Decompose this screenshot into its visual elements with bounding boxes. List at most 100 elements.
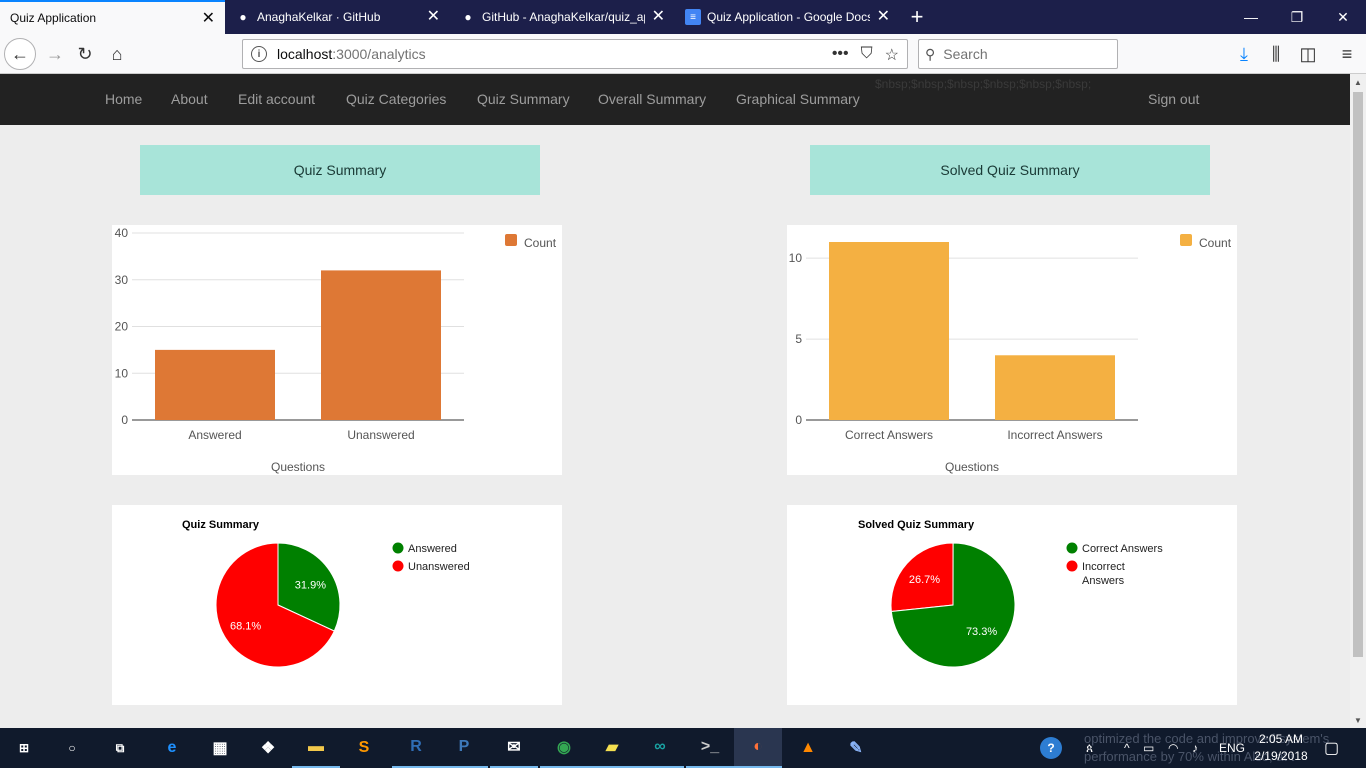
nav-quiz-categories[interactable]: Quiz Categories bbox=[346, 91, 446, 107]
y-tick-label: 10 bbox=[789, 251, 803, 265]
close-tab-icon[interactable]: ✕ bbox=[427, 9, 440, 25]
legend-label: Count bbox=[1199, 236, 1232, 250]
arduino-icon[interactable]: ∞ bbox=[636, 728, 684, 768]
volume-icon[interactable]: ♪ bbox=[1192, 728, 1198, 768]
vlc-icon: ▲ bbox=[800, 739, 816, 756]
page-content: Home About Edit account Quiz Categories … bbox=[0, 74, 1350, 728]
python-icon[interactable]: P bbox=[440, 728, 488, 768]
battery-icon[interactable]: ▭ bbox=[1143, 728, 1154, 768]
library-icon[interactable]: ⫼ bbox=[1261, 39, 1291, 69]
search-input[interactable]: ⚲ Search bbox=[918, 39, 1118, 69]
scroll-up-arrow-icon[interactable]: ▲ bbox=[1350, 74, 1366, 90]
forward-button[interactable]: → bbox=[40, 39, 70, 69]
app-navbar: Home About Edit account Quiz Categories … bbox=[0, 74, 1350, 125]
arduino-icon: ∞ bbox=[654, 738, 666, 755]
site-info-icon[interactable]: i bbox=[251, 46, 267, 62]
start-button[interactable]: ⊞ bbox=[0, 728, 48, 768]
browser-tab-github-profile[interactable]: ● AnaghaKelkar · GitHub ✕ bbox=[225, 0, 450, 34]
scroll-down-arrow-icon[interactable]: ▼ bbox=[1350, 712, 1366, 728]
wifi-icon[interactable]: ◠ bbox=[1168, 728, 1178, 768]
store-icon[interactable]: ▦ bbox=[196, 728, 244, 768]
bar-chart-solved-quiz-summary: 0 5 10 Correct Answers Incorrect Answers Ques… bbox=[787, 225, 1237, 475]
close-tab-icon[interactable]: ✕ bbox=[202, 11, 215, 27]
bar-correct-answers bbox=[829, 242, 949, 420]
file-explorer-icon[interactable]: ▬ bbox=[292, 728, 340, 768]
task-view-button[interactable]: ⧉ bbox=[96, 728, 144, 768]
taskbar-clock[interactable]: 2:05 AM 2/19/2018 bbox=[1248, 731, 1314, 765]
nav-overall-summary[interactable]: Overall Summary bbox=[598, 91, 706, 107]
url-bar[interactable]: i localhost:3000/analytics ••• ⛉ ☆ bbox=[242, 39, 908, 69]
close-tab-icon[interactable]: ✕ bbox=[652, 9, 665, 25]
chrome-icon[interactable]: ◉ bbox=[540, 728, 588, 768]
restore-button[interactable]: ❐ bbox=[1274, 0, 1320, 34]
browser-toolbar: ← → ↻ ⌂ i localhost:3000/analytics ••• ⛉… bbox=[0, 34, 1366, 74]
cmd-icon[interactable]: >_ bbox=[686, 728, 734, 768]
browser-tab-github-repo[interactable]: ● GitHub - AnaghaKelkar/quiz_ap ✕ bbox=[450, 0, 675, 34]
new-tab-button[interactable]: + bbox=[900, 0, 934, 34]
pie-chart-solved-quiz-summary: Solved Quiz Summary 26.7% 73.3% Correct Ans… bbox=[787, 505, 1237, 705]
mail-icon: ✉ bbox=[507, 739, 521, 756]
sticky-notes-icon[interactable]: ▰ bbox=[588, 728, 636, 768]
scrollbar-thumb[interactable] bbox=[1353, 92, 1363, 657]
back-button[interactable]: ← bbox=[4, 38, 36, 70]
edge-icon[interactable]: e bbox=[148, 728, 196, 768]
tab-title: Quiz Application bbox=[10, 11, 97, 25]
y-tick-label: 20 bbox=[115, 320, 129, 334]
paint-icon: ✎ bbox=[849, 740, 863, 757]
r-studio-icon[interactable]: R bbox=[392, 728, 440, 768]
firefox-icon: ◐ bbox=[753, 738, 763, 755]
reload-button[interactable]: ↻ bbox=[70, 39, 100, 69]
chrome-icon: ◉ bbox=[557, 739, 571, 756]
nav-quiz-summary[interactable]: Quiz Summary bbox=[477, 91, 570, 107]
page-actions-icon[interactable]: ••• bbox=[832, 45, 849, 65]
close-window-button[interactable]: ✕ bbox=[1320, 0, 1366, 34]
sidebar-icon[interactable]: ◫ bbox=[1293, 39, 1323, 69]
sublime-text-icon[interactable]: S bbox=[340, 728, 388, 768]
tab-title: Quiz Application - Google Docs bbox=[707, 10, 870, 24]
x-tick-label: Incorrect Answers bbox=[1007, 428, 1102, 442]
nav-graphical-summary[interactable]: Graphical Summary bbox=[736, 91, 860, 107]
nav-edit-account[interactable]: Edit account bbox=[238, 91, 315, 107]
github-icon: ● bbox=[464, 10, 472, 24]
r-studio-icon: R bbox=[410, 738, 422, 755]
y-tick-label: 0 bbox=[795, 413, 802, 427]
home-button[interactable]: ⌂ bbox=[102, 39, 132, 69]
edge-icon: e bbox=[167, 739, 177, 756]
legend-label: Correct Answers bbox=[1082, 543, 1163, 555]
language-indicator[interactable]: ENG bbox=[1219, 728, 1245, 768]
bar-chart-quiz-summary: 0 10 20 30 40 Answered Unanswered Questions Coun… bbox=[112, 225, 562, 475]
legend-swatch bbox=[1180, 234, 1192, 246]
menu-icon[interactable]: ≡ bbox=[1332, 39, 1362, 69]
url-path: :3000/analytics bbox=[332, 46, 426, 62]
firefox-icon[interactable]: ◐ bbox=[734, 728, 782, 768]
vlc-icon[interactable]: ▲ bbox=[784, 728, 832, 768]
downloads-icon[interactable]: ⤓ bbox=[1229, 39, 1259, 69]
legend-swatch bbox=[505, 234, 517, 246]
y-tick-label: 30 bbox=[115, 273, 129, 287]
file-explorer-icon: ▬ bbox=[308, 738, 324, 755]
nav-home[interactable]: Home bbox=[105, 91, 142, 107]
nav-about[interactable]: About bbox=[171, 91, 208, 107]
cortana-button[interactable]: ○ bbox=[48, 728, 96, 768]
browser-tab-quiz-application[interactable]: Quiz Application ✕ bbox=[0, 0, 225, 34]
close-tab-icon[interactable]: ✕ bbox=[877, 9, 890, 25]
pie-slice-label: 68.1% bbox=[230, 621, 261, 633]
clock-date: 2/19/2018 bbox=[1254, 749, 1308, 763]
pie-title: Quiz Summary bbox=[182, 519, 260, 531]
bookmark-star-icon[interactable]: ☆ bbox=[885, 45, 899, 65]
nav-sign-out[interactable]: Sign out bbox=[1148, 91, 1199, 107]
mail-icon[interactable]: ✉ bbox=[490, 728, 538, 768]
notifications-icon[interactable]: ▢ bbox=[1324, 728, 1339, 768]
show-hidden-icons-icon[interactable]: ^ bbox=[1124, 728, 1130, 768]
people-icon[interactable]: ጰ bbox=[1086, 728, 1093, 768]
paint-icon[interactable]: ✎ bbox=[832, 728, 880, 768]
dropbox-icon[interactable]: ❖ bbox=[244, 728, 292, 768]
legend-label: Answered bbox=[408, 543, 457, 555]
pocket-icon[interactable]: ⛉ bbox=[861, 45, 873, 65]
browser-tab-google-docs[interactable]: ≡ Quiz Application - Google Docs ✕ bbox=[675, 0, 900, 34]
x-axis-title: Questions bbox=[945, 460, 999, 474]
pie-slice-label: 73.3% bbox=[966, 626, 997, 638]
help-icon[interactable]: ? bbox=[1040, 728, 1062, 768]
ghost-text: $nbsp;$nbsp;$nbsp;$nbsp;$nbsp;$nbsp; bbox=[875, 77, 1092, 91]
minimize-button[interactable]: — bbox=[1228, 0, 1274, 34]
